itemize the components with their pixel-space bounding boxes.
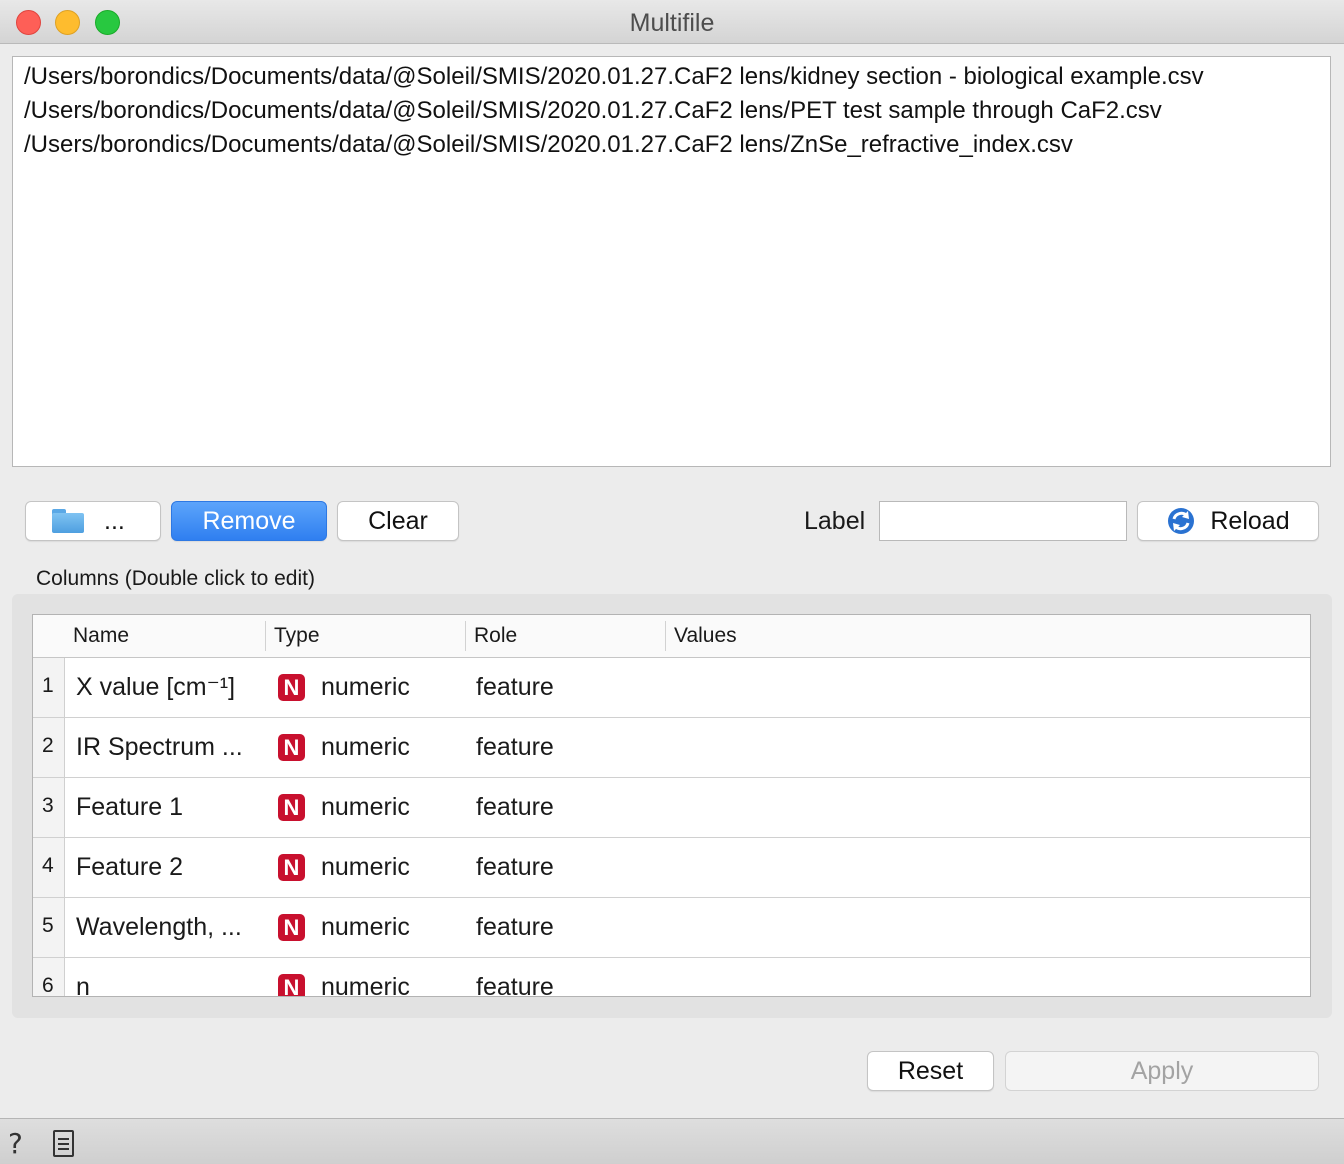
table-row[interactable]: 3 Feature 1 Nnumeric feature	[33, 778, 1310, 838]
cell-role[interactable]: feature	[476, 718, 554, 777]
browse-button[interactable]: ...	[25, 501, 161, 541]
cell-type[interactable]: Nnumeric	[278, 718, 410, 777]
numeric-type-icon: N	[278, 914, 305, 941]
table-header: Name Type Role Values	[33, 615, 1310, 658]
remove-button[interactable]: Remove	[171, 501, 327, 541]
label-input[interactable]	[879, 501, 1127, 541]
row-number: 6	[33, 958, 65, 996]
cell-role[interactable]: feature	[476, 778, 554, 837]
reset-button[interactable]: Reset	[867, 1051, 994, 1091]
header-values[interactable]: Values	[666, 615, 1306, 657]
table-row[interactable]: 4 Feature 2 Nnumeric feature	[33, 838, 1310, 898]
cell-type-label: numeric	[321, 913, 410, 941]
row-number: 3	[33, 778, 65, 837]
cell-type[interactable]: Nnumeric	[278, 898, 410, 957]
help-icon[interactable]: ?	[8, 1127, 23, 1160]
row-number: 2	[33, 718, 65, 777]
report-icon[interactable]	[53, 1130, 74, 1157]
row-number: 1	[33, 658, 65, 717]
cell-type-label: numeric	[321, 793, 410, 821]
cell-role[interactable]: feature	[476, 658, 554, 717]
cell-name[interactable]: Feature 2	[76, 838, 183, 897]
cell-type-label: numeric	[321, 973, 410, 997]
file-list-item[interactable]: /Users/borondics/Documents/data/@Soleil/…	[24, 60, 1330, 94]
title-bar: Multifile	[0, 0, 1344, 44]
apply-button[interactable]: Apply	[1005, 1051, 1319, 1091]
cell-name[interactable]: n	[76, 958, 90, 996]
cell-role[interactable]: feature	[476, 958, 554, 996]
table-row[interactable]: 6 n Nnumeric feature	[33, 958, 1310, 997]
file-list-item[interactable]: /Users/borondics/Documents/data/@Soleil/…	[24, 128, 1330, 162]
numeric-type-icon: N	[278, 794, 305, 821]
reload-button-label: Reload	[1210, 506, 1290, 535]
table-row[interactable]: 2 IR Spectrum ... Nnumeric feature	[33, 718, 1310, 778]
cell-type[interactable]: Nnumeric	[278, 778, 410, 837]
file-list[interactable]: /Users/borondics/Documents/data/@Soleil/…	[12, 56, 1331, 467]
columns-table[interactable]: Name Type Role Values 1 X value [cm⁻¹] N…	[32, 614, 1311, 997]
file-list-item[interactable]: /Users/borondics/Documents/data/@Soleil/…	[24, 94, 1330, 128]
header-role[interactable]: Role	[466, 615, 665, 657]
table-row[interactable]: 1 X value [cm⁻¹] Nnumeric feature	[33, 658, 1310, 718]
table-row[interactable]: 5 Wavelength, ... Nnumeric feature	[33, 898, 1310, 958]
cell-type-label: numeric	[321, 853, 410, 881]
numeric-type-icon: N	[278, 674, 305, 701]
cell-role[interactable]: feature	[476, 898, 554, 957]
cell-name[interactable]: Wavelength, ...	[76, 898, 242, 957]
cell-type-label: numeric	[321, 673, 410, 701]
cell-type[interactable]: Nnumeric	[278, 838, 410, 897]
cell-role[interactable]: feature	[476, 838, 554, 897]
header-type[interactable]: Type	[266, 615, 465, 657]
clear-button[interactable]: Clear	[337, 501, 459, 541]
header-name[interactable]: Name	[65, 615, 265, 657]
cell-name[interactable]: IR Spectrum ...	[76, 718, 243, 777]
cell-type[interactable]: Nnumeric	[278, 958, 410, 997]
cell-name[interactable]: Feature 1	[76, 778, 183, 837]
window-title: Multifile	[629, 9, 715, 37]
columns-caption: Columns (Double click to edit)	[36, 567, 315, 590]
cell-name[interactable]: X value [cm⁻¹]	[76, 658, 235, 717]
browse-button-label: ...	[104, 506, 125, 535]
numeric-type-icon: N	[278, 734, 305, 761]
status-bar: ?	[0, 1118, 1344, 1164]
numeric-type-icon: N	[278, 974, 305, 996]
row-number: 5	[33, 898, 65, 957]
reload-button[interactable]: Reload	[1137, 501, 1319, 541]
reload-icon	[1168, 508, 1195, 534]
cell-type[interactable]: Nnumeric	[278, 658, 410, 717]
folder-icon	[52, 509, 84, 533]
cell-type-label: numeric	[321, 733, 410, 761]
label-caption: Label	[804, 507, 866, 535]
row-number: 4	[33, 838, 65, 897]
numeric-type-icon: N	[278, 854, 305, 881]
